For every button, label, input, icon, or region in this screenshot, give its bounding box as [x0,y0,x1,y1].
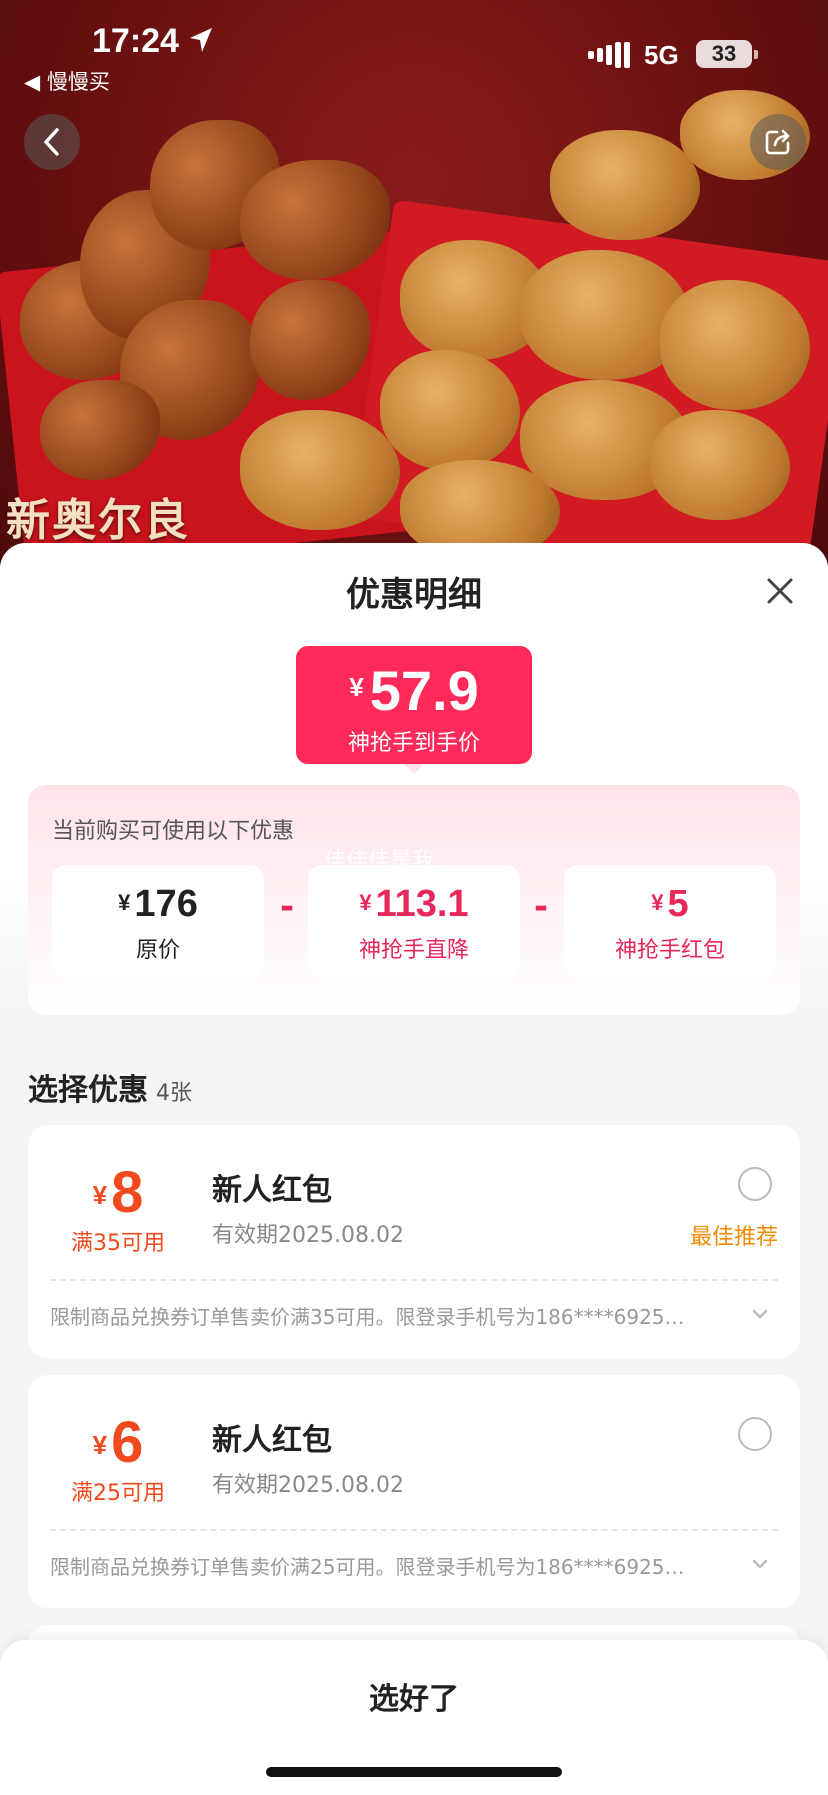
currency-symbol: ¥ [359,890,372,915]
red-packet-value: 5 [667,883,689,925]
original-price-value: 176 [134,883,198,925]
currency-symbol: ¥ [92,1180,108,1210]
coupon-card[interactable]: ¥6 满25可用 新人红包 有效期2025.08.02 限制商品兑换券订单售卖价… [28,1375,800,1608]
coupon-description: 限制商品兑换券订单售卖价满35可用。限登录手机号为186****6925的用户使… [50,1305,700,1329]
red-packet-label: 神抢手红包 [614,938,725,963]
battery-indicator: 33 [696,40,752,68]
coupon-expiry: 有效期2025.08.02 [212,1223,404,1248]
currency-symbol: ¥ [118,890,131,915]
share-button[interactable] [750,114,806,170]
back-button[interactable] [24,114,80,170]
coupon-amount-value: 6 [111,1410,144,1475]
share-icon [765,129,790,155]
direct-discount-card: ¥113.1 神抢手直降 [308,865,520,977]
minus-operator: - [279,887,295,927]
currency-symbol: ¥ [651,890,664,915]
close-icon[interactable] [762,573,798,609]
breakdown-title: 当前购买可使用以下优惠 [52,819,295,844]
coupon-name: 新人红包 [212,1423,332,1458]
original-price-card: ¥176 原价 [52,865,264,977]
chevron-down-icon[interactable] [750,1307,770,1321]
final-price-label: 神抢手到手价 [347,731,480,756]
final-price-amount: ¥57.9 [296,658,532,723]
signal-icon [588,42,630,68]
coupon-radio-icon[interactable] [738,1167,772,1201]
coupon-description: 限制商品兑换券订单售卖价满25可用。限登录手机号为186****6925的用户使… [50,1555,700,1579]
final-price-badge: ¥57.9 神抢手到手价 [296,646,532,774]
coupon-amount: ¥8 [48,1159,188,1226]
discount-detail-sheet: 优惠明细 ¥57.9 神抢手到手价 当前购买可使用以下优惠 佳佳佳是我 ¥176… [0,543,828,1795]
minus-operator: - [533,887,549,927]
sheet-title: 优惠明细 [346,575,482,615]
coupon-divider [50,1529,778,1531]
currency-symbol: ¥ [349,672,364,702]
home-indicator [266,1767,562,1777]
coupon-count: 4张 [156,1081,192,1106]
nugget-piece [550,130,700,240]
back-chevron-icon [44,128,59,156]
final-price-value: 57.9 [369,659,479,722]
red-packet-card: ¥5 神抢手红包 [564,865,776,977]
coupon-divider [50,1279,778,1281]
coupon-amount: ¥6 [48,1409,188,1476]
nugget-piece [650,410,790,520]
chevron-down-icon[interactable] [750,1557,770,1571]
original-price-label: 原价 [135,938,180,963]
best-recommend-tag: 最佳推荐 [689,1225,778,1250]
status-time: 17:24 [92,22,179,60]
direct-discount-value: 113.1 [375,883,469,925]
choose-discount-title: 选择优惠 [28,1073,148,1108]
badge-pointer [404,764,424,774]
currency-symbol: ¥ [92,1430,108,1460]
coupon-condition: 满35可用 [71,1231,165,1256]
nugget-piece [660,280,810,410]
coupon-name: 新人红包 [212,1173,332,1208]
status-bar: 17:24 ◀ 慢慢买 5G 33 [0,0,828,100]
coupon-radio-icon[interactable] [738,1417,772,1451]
coupon-expiry: 有效期2025.08.02 [212,1473,404,1498]
back-to-app-link[interactable]: ◀ 慢慢买 [24,66,110,96]
nugget-piece [240,410,400,530]
network-type: 5G [644,40,679,70]
battery-tip [754,50,758,59]
done-button[interactable]: 选好了 [0,1674,828,1718]
choose-discount-heading: 选择优惠 4张 [28,1065,192,1109]
price-breakdown: 当前购买可使用以下优惠 佳佳佳是我 ¥176 原价 - ¥113.1 神抢手直降… [28,785,800,1015]
hero-brand-text: 新奥尔良 [6,495,190,546]
location-arrow-icon [190,28,212,52]
coupon-condition: 满25可用 [71,1481,165,1506]
coupon-amount-value: 8 [111,1160,144,1225]
direct-discount-label: 神抢手直降 [358,938,469,963]
coupon-card[interactable]: ¥8 满35可用 新人红包 有效期2025.08.02 最佳推荐 限制商品兑换券… [28,1125,800,1358]
nugget-piece [380,350,520,470]
